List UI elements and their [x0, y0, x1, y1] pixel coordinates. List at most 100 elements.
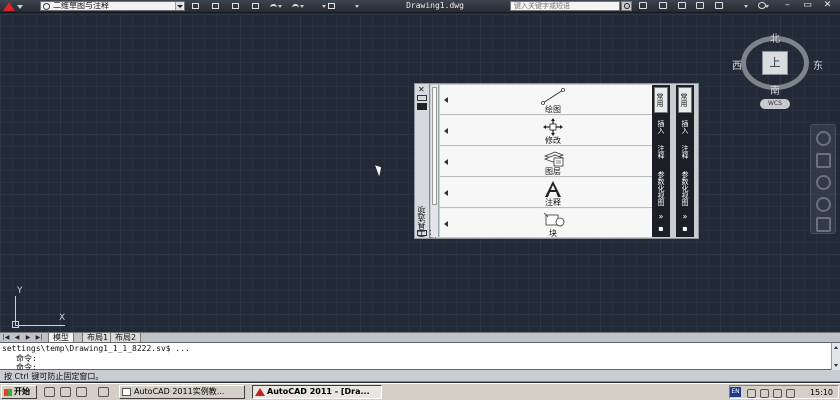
ucs-x-axis — [15, 325, 65, 326]
autocad-logo-icon — [3, 2, 15, 11]
media-player-icon[interactable] — [76, 387, 87, 397]
tab-annotate[interactable]: 注释 — [678, 141, 692, 163]
command-line[interactable]: settings\temp\Drawing1_1_1_8222.sv$ ... … — [0, 342, 840, 372]
share-button[interactable] — [326, 1, 337, 11]
taskbar: 开始 AutoCAD 2011实例教... AutoCAD 2011 - [Dr… — [0, 383, 840, 400]
favorites-button[interactable] — [675, 1, 689, 11]
expand-arrow-icon[interactable] — [444, 159, 448, 165]
palette-item-draw[interactable]: 绘图 — [440, 85, 666, 115]
print-button[interactable] — [250, 1, 261, 11]
steering-wheel-icon[interactable] — [816, 131, 831, 146]
orbit-icon[interactable] — [816, 197, 831, 212]
tab-annotate[interactable]: 注释 — [654, 141, 668, 163]
properties-icon[interactable] — [417, 103, 427, 110]
tab-common[interactable]: 常用 — [654, 87, 668, 113]
chevron-down-icon[interactable] — [175, 2, 183, 10]
palette-item-label: 绘图 — [545, 105, 561, 114]
dropdown-button[interactable] — [312, 1, 326, 11]
chevron-down-icon — [300, 5, 304, 8]
status-bar: 按 Ctrl 键可防止固定窗口。 — [0, 370, 840, 382]
palette-item-annotation[interactable]: 注释 — [440, 178, 666, 208]
next-layout-icon[interactable]: ▶ — [24, 334, 32, 342]
first-layout-icon[interactable]: |◀ — [2, 334, 10, 342]
open-file-button[interactable] — [210, 1, 221, 11]
application-menu-button[interactable] — [2, 1, 24, 12]
volume-icon[interactable] — [786, 389, 795, 398]
new-file-button[interactable] — [190, 1, 201, 11]
share-icon — [328, 3, 335, 9]
arrow-button[interactable] — [345, 1, 359, 11]
communication-center-button[interactable] — [656, 1, 670, 11]
chevron-down-icon — [765, 5, 769, 8]
compass-south[interactable]: 南 — [770, 82, 780, 97]
prev-layout-icon[interactable]: ◀ — [13, 334, 21, 342]
workspace-select[interactable]: 二维草图与注释 — [40, 1, 185, 11]
arrow-button[interactable] — [734, 1, 748, 11]
wcs-menu-button[interactable]: WCS — [760, 99, 790, 109]
taskbar-item-autocad[interactable]: AutoCAD 2011 - [Dra... — [252, 385, 382, 399]
exchange-button[interactable] — [712, 1, 726, 11]
chevron-down-icon — [278, 5, 282, 8]
expand-arrow-icon[interactable] — [444, 221, 448, 227]
tab-menu-icon[interactable]: ▪ — [678, 224, 692, 234]
help-icon[interactable] — [747, 389, 756, 398]
expand-arrow-icon[interactable] — [444, 97, 448, 103]
move-icon — [543, 118, 563, 136]
expand-arrow-icon[interactable] — [444, 190, 448, 196]
tab-more-icon[interactable]: » — [678, 212, 692, 222]
redo-button[interactable] — [290, 1, 304, 11]
compass-north[interactable]: 北 — [770, 30, 780, 45]
minimize-button[interactable]: – — [782, 0, 793, 11]
expand-arrow-icon[interactable] — [444, 128, 448, 134]
undo-button[interactable] — [268, 1, 282, 11]
palette-scrollbar[interactable] — [431, 85, 439, 237]
tab-insert[interactable]: 插入 — [678, 116, 692, 138]
palette-item-label: 注释 — [545, 198, 561, 207]
network-icon[interactable] — [760, 389, 769, 398]
compass-west[interactable]: 西 — [732, 57, 742, 72]
close-icon[interactable]: ✕ — [418, 85, 425, 94]
palette-item-layers[interactable]: 图层 — [440, 147, 666, 177]
viewcube-top-face[interactable]: 上 — [762, 51, 788, 75]
palette-item-block[interactable]: 块 — [440, 209, 666, 237]
compass-east[interactable]: 东 — [813, 57, 823, 72]
workspace-value: 二维草图与注释 — [53, 1, 109, 10]
taskbar-item-tutorial[interactable]: AutoCAD 2011实例教... — [119, 385, 245, 399]
status-message: 按 Ctrl 键可防止固定窗口。 — [4, 372, 104, 381]
tab-view[interactable]: 视图 — [654, 189, 668, 209]
shield-icon[interactable] — [773, 389, 782, 398]
search-icon[interactable] — [621, 1, 632, 11]
viewcube[interactable]: 北 南 东 西 上 WCS — [732, 30, 832, 110]
chevron-down-icon — [17, 5, 23, 9]
tab-insert[interactable]: 插入 — [654, 116, 668, 138]
tab-menu-icon[interactable]: ▪ — [654, 224, 668, 234]
save-button[interactable] — [230, 1, 241, 11]
scrollbar-thumb[interactable] — [432, 87, 437, 205]
taskbar-item-label: AutoCAD 2011 - [Dra... — [267, 387, 370, 396]
tab-common[interactable]: 常用 — [678, 87, 692, 113]
tab-more-icon[interactable]: » — [654, 212, 668, 222]
palette-title-strip[interactable]: ✕ 工具选项板 — [415, 84, 438, 238]
command-scrollbar[interactable] — [831, 343, 840, 370]
search-input[interactable]: 键入关键字或短语 — [510, 1, 620, 11]
show-desktop-icon[interactable] — [44, 387, 55, 397]
browser-icon[interactable] — [60, 387, 71, 397]
zoom-icon[interactable] — [816, 175, 831, 190]
print-icon — [252, 3, 259, 9]
tab-view[interactable]: 视图 — [678, 189, 692, 209]
start-button[interactable]: 开始 — [1, 385, 37, 399]
palette-item-modify[interactable]: 修改 — [440, 116, 666, 146]
subscription-center-button[interactable] — [636, 1, 650, 11]
autohide-icon[interactable] — [417, 95, 427, 101]
pan-icon[interactable] — [816, 153, 831, 168]
palette-corner-icon[interactable] — [417, 230, 427, 236]
chevron-down-icon — [744, 5, 748, 8]
close-button[interactable]: ✕ — [822, 0, 833, 11]
help-button[interactable] — [755, 1, 769, 11]
last-layout-icon[interactable]: ▶| — [35, 334, 43, 342]
quicklaunch-icon[interactable] — [98, 387, 109, 397]
tools-button[interactable] — [693, 1, 707, 11]
palette-tabs-outer: 常用 插入 注释 参数化 视图 » ▪ — [676, 85, 694, 237]
showmotion-icon[interactable] — [816, 217, 831, 232]
restore-button[interactable]: ▭ — [802, 0, 813, 11]
